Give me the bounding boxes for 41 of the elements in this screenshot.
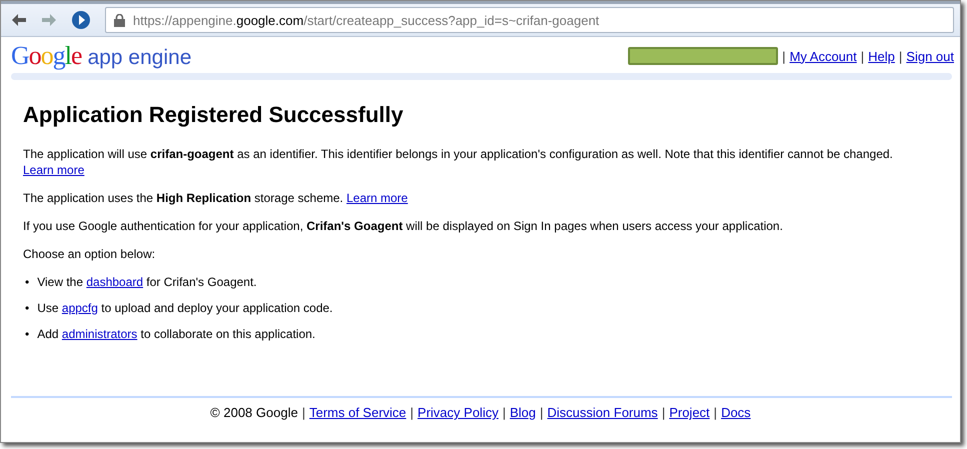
option-item: Add administrators to collaborate on this application.	[37, 326, 316, 342]
bullet-mark: •	[25, 275, 30, 289]
separator: |	[860, 48, 864, 64]
learn-more-link[interactable]: Learn more	[346, 191, 408, 205]
separator: |	[302, 405, 306, 420]
option-item: Use appcfg to upload and deploy your application code.	[37, 300, 333, 316]
option-link[interactable]: administrators	[62, 327, 138, 341]
copyright: © 2008 Google	[210, 405, 298, 420]
separator: |	[662, 405, 666, 420]
option-link[interactable]: dashboard	[86, 275, 144, 289]
header-link[interactable]: Help	[868, 48, 895, 64]
back-icon[interactable]	[11, 13, 27, 27]
product-name: app engine	[88, 46, 192, 70]
paragraph: If you use Google authentication for your application, Crifan's Goagent will be displayed on Sign In pages when users access your application.	[23, 218, 784, 234]
address-bar[interactable]: https://appengine.google.com/start/createapp_success?app_id=s~crifan-goagent	[105, 7, 954, 33]
bullet-mark: •	[25, 301, 30, 315]
learn-more-link[interactable]: Learn more	[23, 163, 84, 177]
footer-link[interactable]: Docs	[721, 405, 751, 420]
play-icon[interactable]	[71, 10, 91, 30]
footer-link[interactable]: Privacy Policy	[418, 405, 498, 420]
separator: |	[502, 405, 506, 420]
logo: Google	[11, 41, 82, 71]
footer-link[interactable]: Project	[669, 405, 710, 420]
paragraph: Choose an option below:	[23, 246, 156, 262]
separator: |	[782, 48, 786, 64]
page-title: Application Registered Successfully	[23, 102, 404, 128]
option-item: View the dashboard for Crifan's Goagent.	[37, 274, 257, 290]
footer-link[interactable]: Discussion Forums	[547, 405, 658, 420]
lock-icon	[114, 14, 125, 26]
option-link[interactable]: appcfg	[62, 301, 98, 315]
footer-link[interactable]: Blog	[510, 405, 536, 420]
separator: |	[714, 405, 718, 420]
header-link[interactable]: My Account	[790, 48, 857, 64]
header-link[interactable]: Sign out	[906, 48, 954, 64]
separator: |	[410, 405, 414, 420]
bullet-mark: •	[25, 327, 30, 341]
separator: |	[898, 48, 902, 64]
paragraph: The application uses the High Replication storage scheme. Learn more	[23, 190, 409, 206]
separator: |	[540, 405, 544, 420]
footer-link[interactable]: Terms of Service	[309, 405, 406, 420]
paragraph: The application will use crifan-goagent as an identifier. This identifier belongs in your application's configuration as well. Note that this identifier cannot be changed. Learn more	[23, 146, 894, 178]
